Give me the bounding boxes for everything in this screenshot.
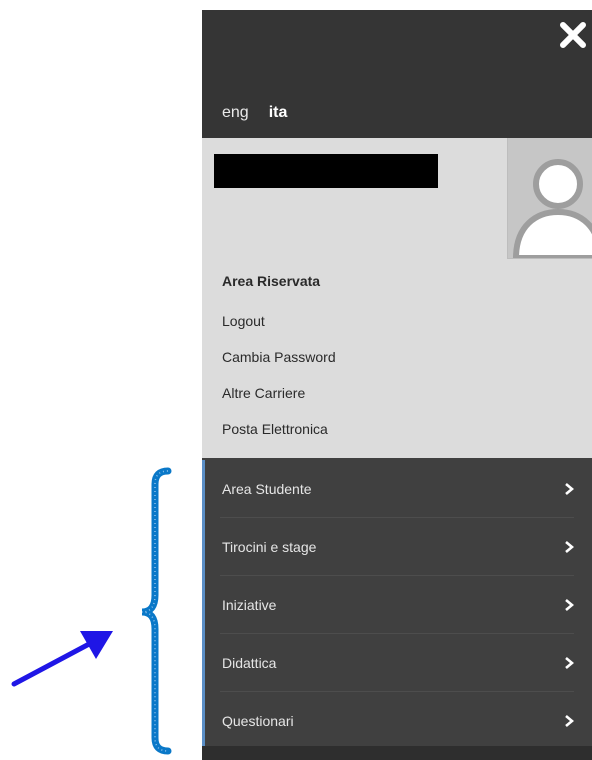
nav-left-accent (202, 460, 205, 750)
nav-item-questionari[interactable]: Questionari (202, 692, 592, 750)
language-switcher: eng ita (222, 104, 287, 122)
language-eng-link[interactable]: eng (222, 104, 249, 122)
nav-item-iniziative[interactable]: Iniziative (202, 576, 592, 634)
change-password-link[interactable]: Cambia Password (222, 348, 336, 384)
chevron-right-icon (565, 541, 574, 553)
nav-item-label: Iniziative (222, 597, 277, 613)
main-nav-list: Area Studente Tirocini e stage Iniziativ… (202, 460, 592, 750)
other-careers-link[interactable]: Altre Carriere (222, 384, 336, 420)
close-button[interactable] (556, 18, 590, 52)
chevron-right-icon (565, 715, 574, 727)
user-box: Area Riservata Logout Cambia Password Al… (202, 138, 592, 458)
nav-item-didattica[interactable]: Didattica (202, 634, 592, 692)
chevron-right-icon (565, 483, 574, 495)
chevron-right-icon (565, 599, 574, 611)
language-ita-link[interactable]: ita (269, 104, 288, 122)
nav-item-tirocini-e-stage[interactable]: Tirocini e stage (202, 518, 592, 576)
close-icon (560, 22, 586, 48)
menu-bottom-strip (202, 746, 592, 760)
side-menu-panel: eng ita Area Riservata Logout Cambia Pas… (202, 10, 592, 760)
nav-item-label: Area Studente (222, 481, 312, 497)
user-avatar-icon (512, 159, 592, 258)
nav-item-label: Questionari (222, 713, 294, 729)
annotation-brace (141, 467, 172, 755)
nav-item-area-studente[interactable]: Area Studente (202, 460, 592, 518)
email-link[interactable]: Posta Elettronica (222, 420, 336, 456)
reserved-area-title: Area Riservata (222, 273, 321, 289)
nav-item-label: Didattica (222, 655, 277, 671)
logout-link[interactable]: Logout (222, 312, 336, 348)
annotation-arrow (11, 631, 113, 687)
reserved-area-links: Logout Cambia Password Altre Carriere Po… (222, 312, 336, 456)
redacted-user-name (214, 154, 438, 188)
nav-item-label: Tirocini e stage (222, 539, 317, 555)
avatar (507, 138, 592, 259)
chevron-right-icon (565, 657, 574, 669)
menu-top-bar: eng ita (202, 10, 592, 138)
